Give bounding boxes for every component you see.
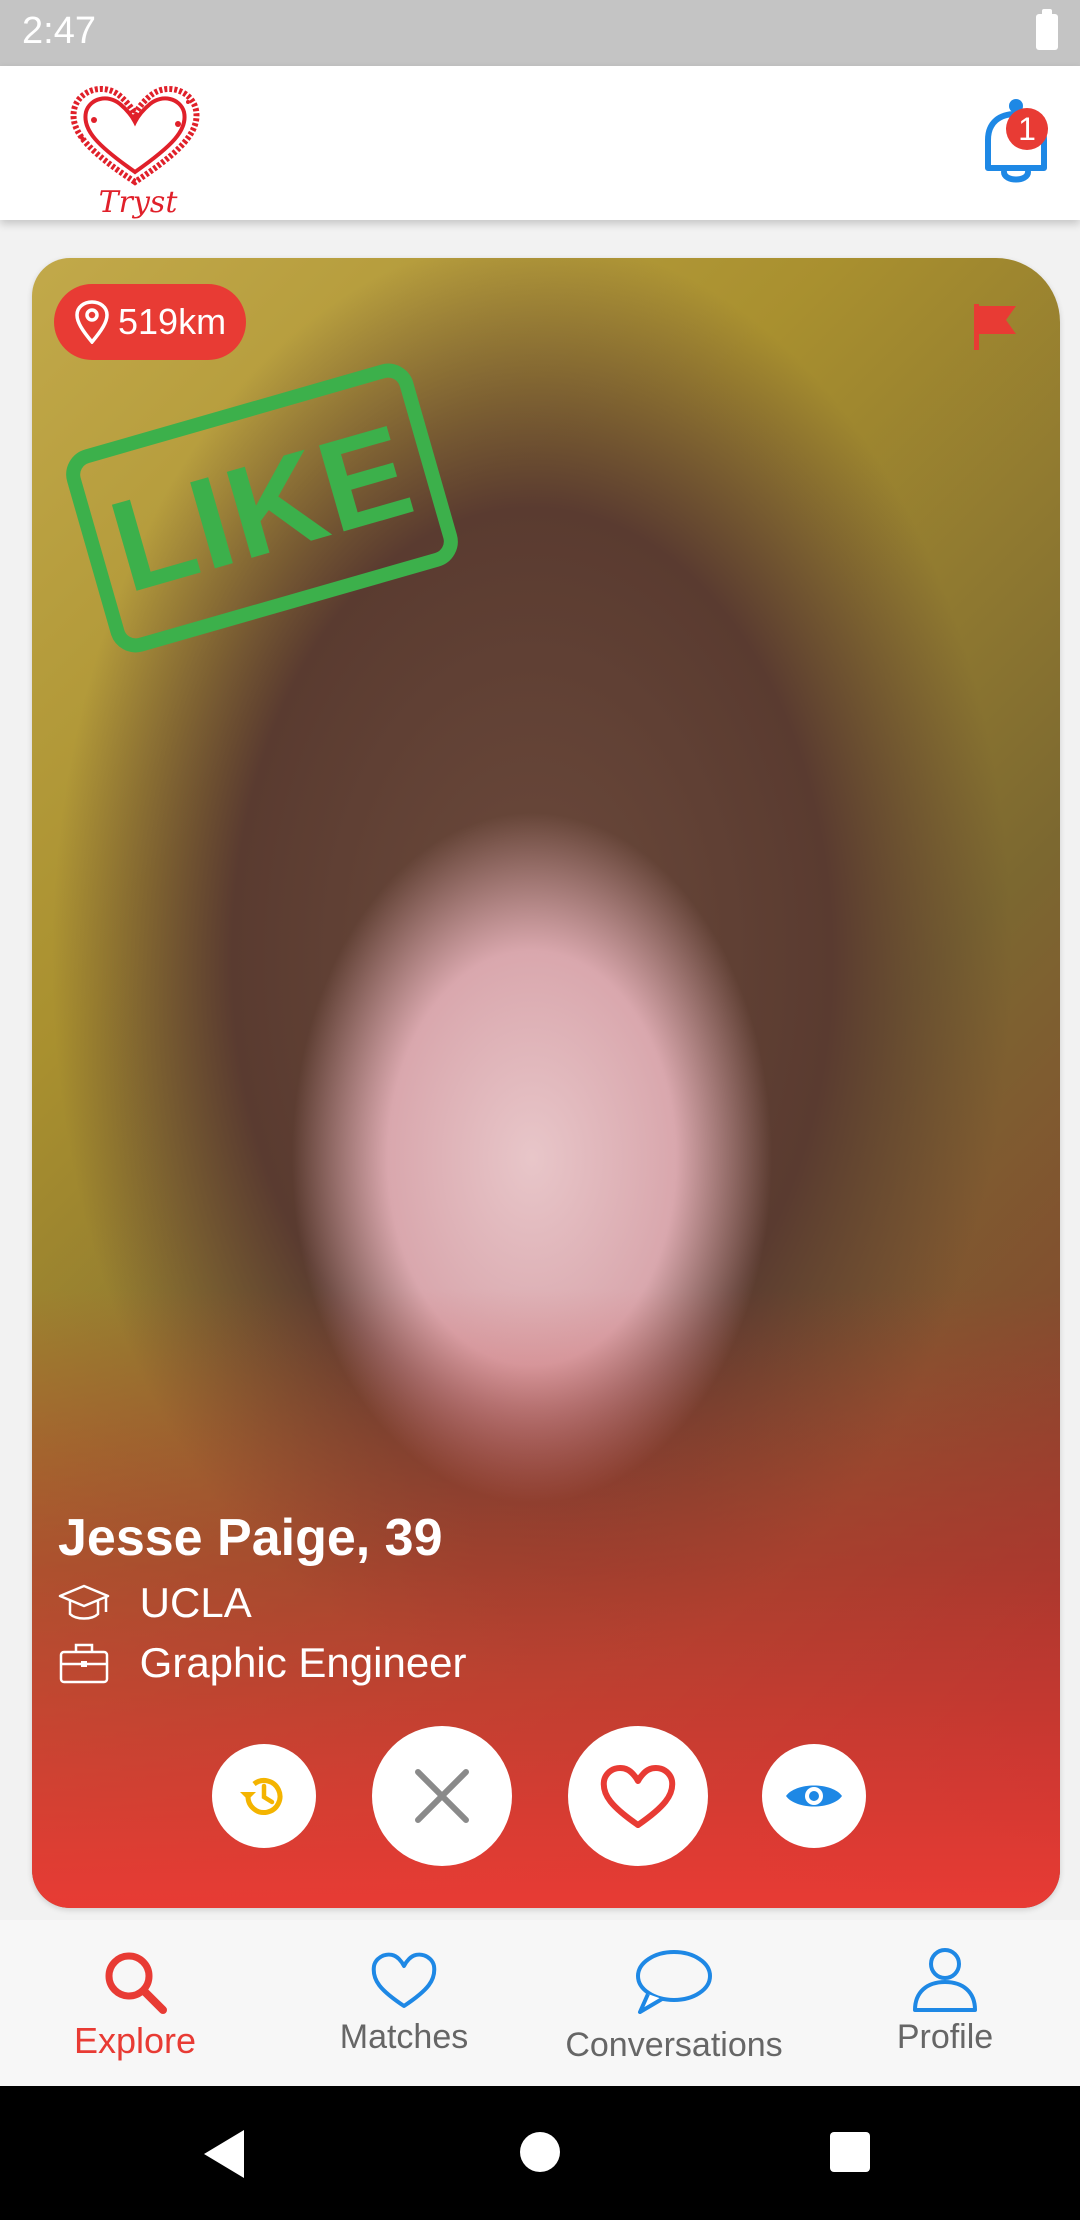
nav-conversations-label: Conversations bbox=[565, 2026, 783, 2064]
back-icon[interactable] bbox=[204, 2130, 244, 2178]
eye-icon bbox=[786, 1785, 842, 1807]
bottom-navigation: Explore Matches Conversations Profile bbox=[0, 1920, 1080, 2086]
nav-profile[interactable]: Profile bbox=[862, 1920, 1028, 2086]
history-icon bbox=[240, 1778, 283, 1815]
heart-icon bbox=[600, 1764, 676, 1828]
tryst-logo: Tryst bbox=[70, 85, 200, 220]
profile-card[interactable]: 519km LIKE Jesse Paige, 39 UCLA Graphic bbox=[32, 258, 1060, 1908]
nav-explore[interactable]: Explore bbox=[40, 1920, 230, 2086]
chat-bubble-icon bbox=[636, 1950, 712, 2014]
system-navigation-bar bbox=[0, 2086, 1080, 2220]
like-button[interactable] bbox=[568, 1726, 708, 1866]
app-screen: 2:47 Tryst 1 519km LIKE Jesse Paige, 39 … bbox=[0, 0, 1080, 2220]
app-bar: Tryst bbox=[0, 66, 1080, 220]
recent-apps-icon[interactable] bbox=[830, 2132, 870, 2172]
battery-icon bbox=[1036, 9, 1058, 50]
briefcase-icon bbox=[59, 1643, 109, 1684]
nav-profile-label: Profile bbox=[896, 2018, 994, 2056]
rewind-button[interactable] bbox=[212, 1744, 316, 1848]
job-row: Graphic Engineer bbox=[58, 1636, 467, 1687]
status-bar: 2:47 bbox=[0, 0, 1080, 66]
distance-badge: 519km bbox=[54, 284, 247, 360]
profile-name-age: Jesse Paige, 39 bbox=[58, 1509, 443, 1567]
notification-badge: 1 bbox=[1006, 108, 1048, 150]
distance-text: 519km bbox=[118, 301, 227, 342]
logo-text: Tryst bbox=[99, 185, 179, 220]
job-text: Graphic Engineer bbox=[139, 1638, 467, 1686]
person-icon bbox=[913, 1948, 977, 2012]
school-row: UCLA bbox=[58, 1576, 252, 1627]
search-icon bbox=[105, 1952, 167, 2014]
nav-matches-label: Matches bbox=[339, 2018, 469, 2056]
nav-matches[interactable]: Matches bbox=[306, 1920, 502, 2086]
close-icon bbox=[415, 1769, 469, 1823]
action-buttons bbox=[32, 1726, 1060, 1866]
location-pin-icon bbox=[75, 300, 109, 344]
nav-explore-label: Explore bbox=[73, 2020, 197, 2061]
home-icon[interactable] bbox=[520, 2132, 560, 2172]
school-text: UCLA bbox=[139, 1578, 252, 1626]
graduation-cap-icon bbox=[58, 1584, 110, 1620]
nav-conversations[interactable]: Conversations bbox=[552, 1920, 796, 2086]
report-flag-icon[interactable] bbox=[972, 302, 1018, 352]
status-time: 2:47 bbox=[22, 10, 96, 52]
dislike-button[interactable] bbox=[372, 1726, 512, 1866]
view-profile-button[interactable] bbox=[762, 1744, 866, 1848]
heart-outline-icon bbox=[371, 1952, 437, 2008]
